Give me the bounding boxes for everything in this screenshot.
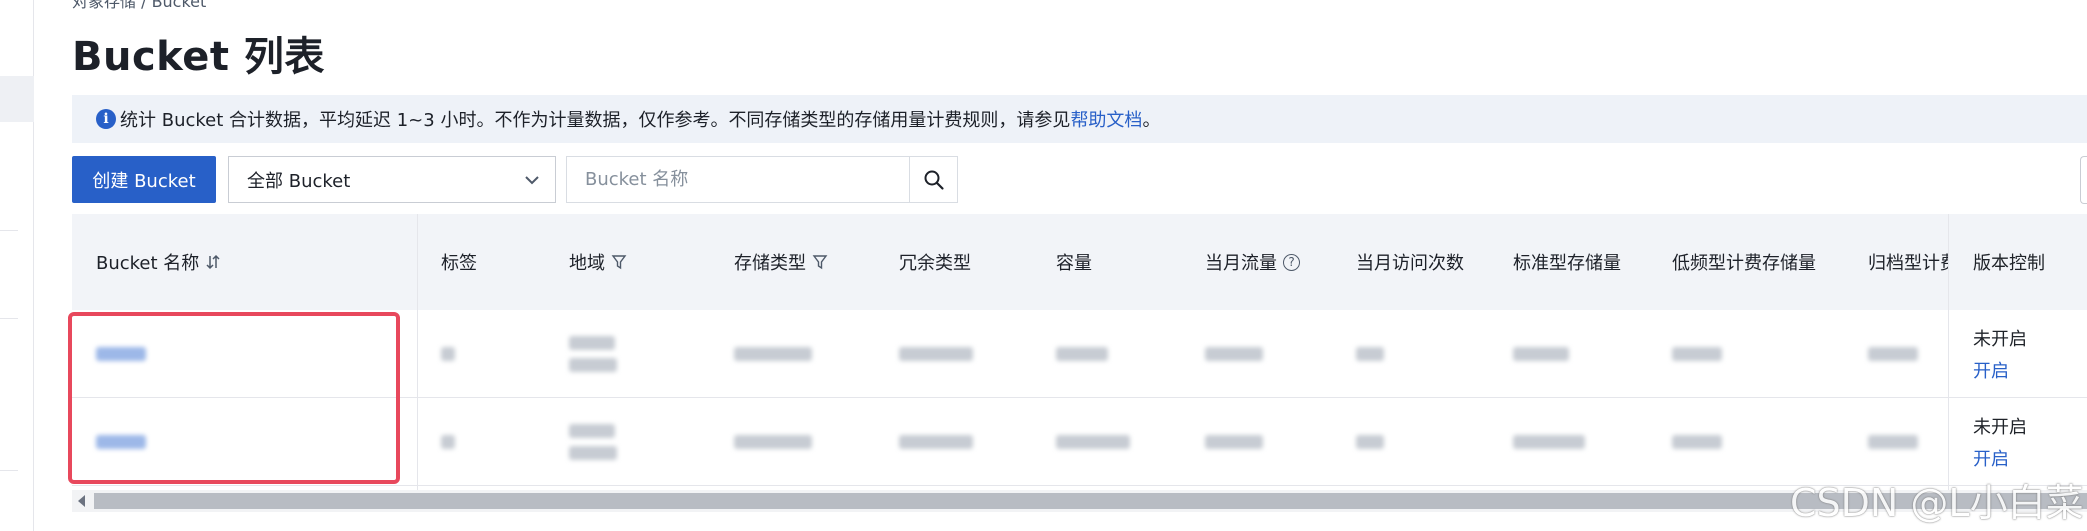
info-notice-banner: i 统计 Bucket 合计数据，平均延迟 1~3 小时。不作为计量数据，仅作参… bbox=[72, 95, 2087, 143]
storage-class-cell bbox=[734, 398, 812, 485]
search-icon bbox=[924, 170, 944, 190]
bucket-search-box bbox=[566, 156, 958, 203]
ia-storage-cell bbox=[1672, 398, 1722, 485]
scroll-left-arrow-icon[interactable] bbox=[78, 495, 85, 507]
redundancy-cell bbox=[899, 310, 973, 397]
column-header-monthly-traffic: 当月流量 ? bbox=[1205, 214, 1300, 310]
traffic-cell bbox=[1205, 398, 1263, 485]
notice-text: 统计 Bucket 合计数据，平均延迟 1~3 小时。不作为计量数据，仅作参考。… bbox=[120, 110, 1071, 131]
create-bucket-button[interactable]: 创建 Bucket bbox=[72, 156, 216, 203]
column-header-storage-class[interactable]: 存储类型 bbox=[734, 214, 828, 310]
pinned-versioning-column: 版本控制 未开启 开启 未开启 开启 bbox=[1948, 214, 2087, 490]
ia-storage-cell bbox=[1672, 310, 1722, 397]
chevron-down-icon bbox=[525, 176, 539, 185]
breadcrumb[interactable]: 对象存储 / Bucket bbox=[72, 0, 206, 12]
storage-class-cell bbox=[734, 310, 812, 397]
redundancy-cell bbox=[899, 398, 973, 485]
standard-storage-cell bbox=[1513, 310, 1569, 397]
capacity-cell bbox=[1056, 398, 1130, 485]
watermark: CSDN @L小白菜 bbox=[1790, 481, 2084, 525]
settings-button-partial[interactable] bbox=[2080, 156, 2087, 204]
column-header-region[interactable]: 地域 bbox=[569, 214, 627, 310]
nav-divider bbox=[0, 230, 18, 231]
help-icon[interactable]: ? bbox=[1283, 253, 1300, 271]
help-doc-link[interactable]: 帮助文档 bbox=[1070, 106, 1142, 132]
table-header: Bucket 名称 标签 地域 存储类型 冗余类型 容量 当月流量 ? 当月访问… bbox=[72, 214, 2087, 310]
horizontal-scrollbar[interactable] bbox=[72, 490, 2087, 512]
capacity-cell bbox=[1056, 310, 1108, 397]
versioning-status: 未开启 bbox=[1973, 328, 2027, 350]
column-header-redundancy: 冗余类型 bbox=[899, 253, 971, 274]
bucket-search-input[interactable] bbox=[585, 169, 915, 190]
enable-versioning-link[interactable]: 开启 bbox=[1973, 445, 2087, 471]
traffic-cell bbox=[1205, 310, 1263, 397]
bucket-filter-select[interactable]: 全部 Bucket bbox=[228, 156, 556, 203]
search-button[interactable] bbox=[909, 157, 957, 202]
column-header-ia-storage: 低频型计费存储量 bbox=[1672, 253, 1816, 274]
column-header-tags: 标签 bbox=[441, 253, 477, 274]
highlight-annotation-box bbox=[68, 312, 400, 484]
standard-storage-cell bbox=[1513, 398, 1585, 485]
requests-cell bbox=[1356, 310, 1384, 397]
scrollbar-thumb[interactable] bbox=[94, 493, 2087, 509]
versioning-cell: 未开启 开启 bbox=[1949, 310, 2087, 398]
versioning-status: 未开启 bbox=[1973, 416, 2027, 438]
page-title: Bucket 列表 bbox=[72, 34, 325, 80]
tags-cell bbox=[441, 310, 455, 397]
column-header-name[interactable]: Bucket 名称 bbox=[96, 214, 221, 310]
notice-end: 。 bbox=[1142, 110, 1161, 131]
archive-storage-cell bbox=[1868, 310, 1918, 397]
requests-cell bbox=[1356, 398, 1384, 485]
column-header-versioning: 版本控制 bbox=[1949, 214, 2087, 310]
info-icon: i bbox=[96, 109, 116, 129]
column-header-archive-storage: 归档型计费 bbox=[1868, 253, 1958, 274]
filter-icon[interactable] bbox=[812, 254, 828, 270]
left-nav-rail bbox=[0, 0, 34, 531]
filter-icon[interactable] bbox=[611, 254, 627, 270]
nav-divider bbox=[0, 470, 18, 471]
enable-versioning-link[interactable]: 开启 bbox=[1973, 357, 2087, 383]
column-header-capacity: 容量 bbox=[1056, 253, 1092, 274]
column-divider bbox=[417, 214, 418, 490]
column-header-standard-storage: 标准型存储量 bbox=[1513, 253, 1621, 274]
region-cell bbox=[569, 398, 617, 485]
nav-divider bbox=[0, 318, 18, 319]
region-cell bbox=[569, 310, 617, 397]
sort-icon[interactable] bbox=[205, 254, 221, 270]
bucket-filter-value: 全部 Bucket bbox=[247, 170, 351, 192]
left-nav-selected-item[interactable] bbox=[0, 76, 34, 122]
tags-cell bbox=[441, 398, 455, 485]
column-header-monthly-requests: 当月访问次数 bbox=[1356, 253, 1464, 274]
